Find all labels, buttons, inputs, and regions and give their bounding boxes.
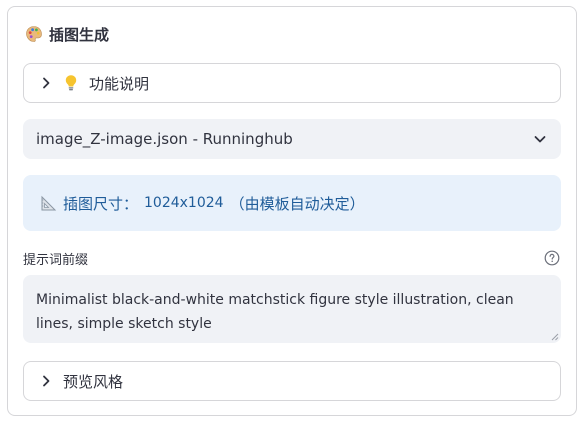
template-select-value: image_Z-image.json - Runninghub: [36, 130, 293, 148]
palette-icon: [26, 26, 42, 42]
size-label: 插图尺寸：: [63, 194, 139, 213]
triangular-ruler-icon: [41, 195, 57, 210]
chevron-down-icon: [534, 136, 546, 143]
lightbulb-icon: [65, 75, 77, 91]
size-info-box: 插图尺寸： 1024x1024 （由模板自动决定）: [23, 175, 561, 231]
panel-title-text: 插图生成: [49, 25, 110, 44]
help-circle-icon[interactable]: [544, 250, 560, 266]
chevron-right-icon: [43, 77, 50, 89]
size-note: （由模板自动决定）: [229, 194, 365, 213]
expander-label: 功能说明: [89, 74, 150, 93]
feature-description-expander[interactable]: 功能说明: [23, 63, 561, 103]
preview-style-expander[interactable]: 预览风格: [23, 361, 561, 401]
template-select[interactable]: image_Z-image.json - Runninghub: [23, 119, 561, 159]
illustration-panel: 插图生成 功能说明 image_Z-image.json - Runninghu…: [7, 6, 577, 416]
prompt-prefix-label: 提示词前缀: [23, 253, 89, 268]
chevron-right-icon: [43, 375, 50, 387]
prompt-prefix-textarea[interactable]: Minimalist black-and-white matchstick fi…: [23, 275, 561, 343]
panel-title: 插图生成: [25, 23, 109, 45]
expander-label: 预览风格: [63, 372, 124, 391]
size-value: 1024x1024: [144, 195, 224, 211]
resize-handle-icon[interactable]: [551, 333, 559, 341]
